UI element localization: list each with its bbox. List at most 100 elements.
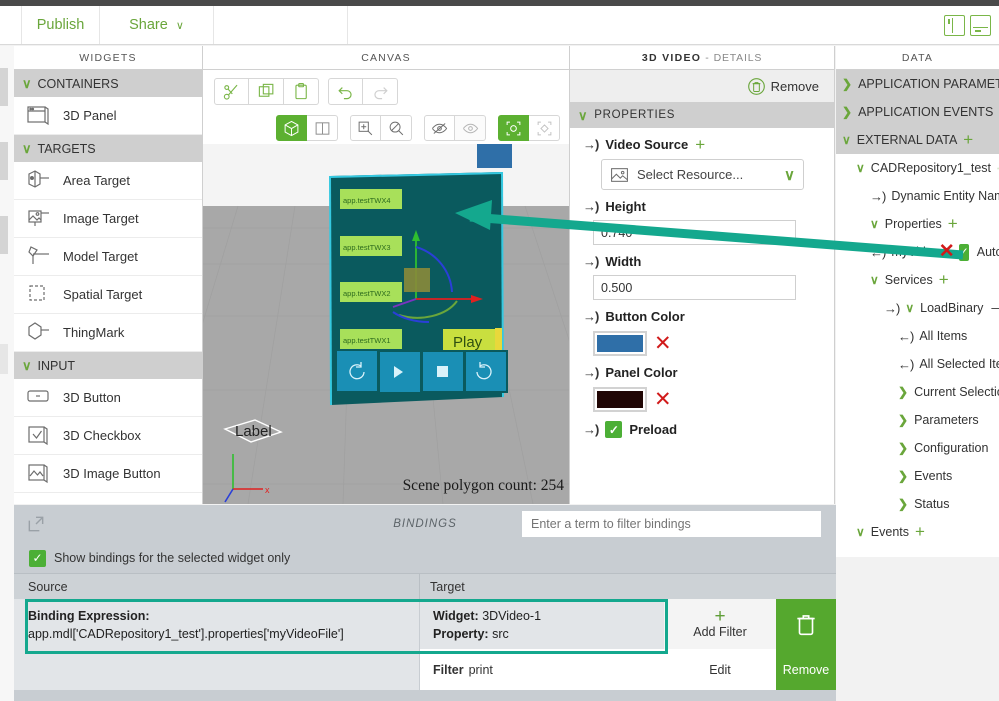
data-tree-item-all-items[interactable]: ←)All Items bbox=[836, 322, 999, 350]
clipboard-button-group bbox=[214, 78, 319, 105]
chevron-right-icon[interactable]: ❯ bbox=[842, 105, 852, 119]
filter-label: Filter bbox=[433, 663, 464, 677]
clear-button-color-icon[interactable]: ✕ bbox=[654, 336, 672, 351]
add-filter-button[interactable]: + Add Filter bbox=[664, 599, 776, 649]
widgets-section-input[interactable]: ∨INPUT bbox=[14, 352, 202, 379]
bindings-filter-field[interactable] bbox=[522, 511, 821, 537]
widget-item-thingmark[interactable]: ThingMark bbox=[14, 314, 202, 352]
binding-row[interactable]: Binding Expression: app.mdl['CADReposito… bbox=[14, 599, 836, 649]
show-selected-bindings-label: Show bindings for the selected widget on… bbox=[54, 551, 290, 565]
hide-widget-button[interactable] bbox=[424, 115, 455, 141]
data-tree-item-loadbinary[interactable]: →)∨LoadBinary— bbox=[836, 294, 999, 322]
chevron-down-icon[interactable]: ∨ bbox=[905, 301, 914, 315]
copy-button[interactable] bbox=[249, 78, 284, 105]
data-tree-item-services[interactable]: ∨Services+ bbox=[836, 266, 999, 294]
widget-item-3d-image-button[interactable]: 3D Image Button bbox=[14, 455, 202, 493]
properties-section-header[interactable]: ∨ PROPERTIES bbox=[570, 102, 834, 128]
chevron-right-icon[interactable]: ❯ bbox=[898, 385, 908, 399]
remove-widget-button[interactable]: Remove bbox=[570, 70, 834, 102]
layout-bottom-panel-icon[interactable] bbox=[970, 15, 991, 36]
chevron-down-icon[interactable]: ∨ bbox=[870, 273, 879, 287]
button-color-swatch[interactable] bbox=[593, 331, 647, 356]
height-input[interactable]: 0.740 bbox=[593, 220, 796, 245]
zoom-to-selection-button[interactable] bbox=[381, 115, 412, 141]
widgets-section-targets[interactable]: ∨TARGETS bbox=[14, 135, 202, 162]
data-tree-item-dynamic-entity-name[interactable]: →)Dynamic Entity Name bbox=[836, 182, 999, 210]
show-widget-button[interactable] bbox=[455, 115, 486, 141]
clear-panel-color-icon[interactable]: ✕ bbox=[654, 392, 672, 407]
property-button-color: →)Button Color✕ bbox=[570, 300, 834, 356]
rotate-gizmo-button[interactable] bbox=[529, 115, 560, 141]
widget-item-3d-checkbox[interactable]: 3D Checkbox bbox=[14, 417, 202, 455]
chevron-down-icon[interactable]: ∨ bbox=[870, 217, 879, 231]
publish-button[interactable]: Publish bbox=[22, 6, 100, 44]
data-tree-item-all-selected-items[interactable]: ←)All Selected Items bbox=[836, 350, 999, 378]
clear-binding-icon[interactable]: ✕ bbox=[939, 245, 955, 258]
canvas-3d-scene[interactable]: app.testTWX4 app.testTWX3 app.testTWX2 a… bbox=[203, 144, 570, 504]
binding-source-cell: Binding Expression: app.mdl['CADReposito… bbox=[14, 599, 419, 649]
2d-view-button[interactable] bbox=[307, 115, 338, 141]
redo-button[interactable] bbox=[363, 78, 398, 105]
chevron-right-icon[interactable]: ❯ bbox=[898, 497, 908, 511]
preload-checkbox[interactable]: ✓ bbox=[605, 421, 622, 438]
layout-left-panel-icon[interactable] bbox=[944, 15, 965, 36]
add-icon[interactable]: + bbox=[695, 138, 705, 152]
data-tree-item-application-events[interactable]: ❯APPLICATION EVENTS+ bbox=[836, 98, 999, 126]
chevron-right-icon[interactable]: ❯ bbox=[898, 413, 908, 427]
3d-view-button[interactable] bbox=[276, 115, 307, 141]
data-tree-item-properties[interactable]: ∨Properties+ bbox=[836, 210, 999, 238]
rail-tab-4[interactable] bbox=[0, 344, 8, 374]
chevron-right-icon[interactable]: ❯ bbox=[898, 441, 908, 455]
share-menu-button[interactable]: Share ∨ bbox=[100, 6, 214, 44]
data-panel-title: DATA bbox=[902, 52, 933, 64]
data-tree-item-events[interactable]: ❯Events bbox=[836, 462, 999, 490]
panel-color-swatch[interactable] bbox=[593, 387, 647, 412]
show-selected-bindings-checkbox[interactable]: ✓ bbox=[29, 550, 46, 567]
data-tree-item-current-selection[interactable]: ❯Current Selection bbox=[836, 378, 999, 406]
widget-item-image-target[interactable]: Image Target bbox=[14, 200, 202, 238]
add-icon[interactable]: + bbox=[948, 217, 958, 231]
data-tree-item-configuration[interactable]: ❯ Configuration bbox=[836, 434, 999, 462]
chevron-right-icon[interactable]: ❯ bbox=[898, 469, 908, 483]
data-tree-item-myvideo[interactable]: ←)myVideo✕✓Auto bbox=[836, 238, 999, 266]
widget-item-3d-panel[interactable]: 3D Panel bbox=[14, 97, 202, 135]
translate-gizmo-button[interactable] bbox=[498, 115, 529, 141]
data-tree-item-external-data[interactable]: ∨EXTERNAL DATA+ bbox=[836, 126, 999, 154]
widget-item-3d-button[interactable]: 3D Button bbox=[14, 379, 202, 417]
rail-tab-2[interactable] bbox=[0, 142, 8, 180]
data-tree-item-events[interactable]: ∨Events+ bbox=[836, 518, 999, 546]
binding-filter-row[interactable]: Filter print Edit Remove bbox=[14, 649, 836, 690]
remove-filter-button[interactable]: Remove bbox=[776, 649, 836, 690]
chevron-down-icon[interactable]: ∨ bbox=[856, 161, 865, 175]
delete-binding-button[interactable] bbox=[776, 599, 836, 649]
data-tree-item-parameters[interactable]: ❯Parameters bbox=[836, 406, 999, 434]
chevron-down-icon: ∨ bbox=[176, 19, 184, 32]
chevron-down-icon[interactable]: ∨ bbox=[842, 133, 851, 147]
rail-tab-3[interactable] bbox=[0, 216, 8, 254]
data-tree-item-application-parameters[interactable]: ❯APPLICATION PARAMETERS bbox=[836, 70, 999, 98]
zoom-to-fit-button[interactable] bbox=[350, 115, 381, 141]
chevron-down-icon[interactable]: ∨ bbox=[856, 525, 865, 539]
data-tree-item-cadrepository1-test[interactable]: ∨CADRepository1_test bbox=[836, 154, 999, 182]
chevron-right-icon[interactable]: ❯ bbox=[842, 77, 852, 91]
widget-item-area-target[interactable]: Area Target bbox=[14, 162, 202, 200]
rail-tab-1[interactable] bbox=[0, 68, 8, 106]
undo-button[interactable] bbox=[328, 78, 363, 105]
widgets-section-containers[interactable]: ∨CONTAINERS bbox=[14, 70, 202, 97]
width-input[interactable]: 0.500 bbox=[593, 275, 796, 300]
add-icon[interactable]: + bbox=[915, 525, 925, 539]
show-selected-bindings-row[interactable]: ✓ Show bindings for the selected widget … bbox=[14, 543, 836, 573]
edit-filter-button[interactable]: Edit bbox=[664, 649, 776, 690]
widget-item-model-target[interactable]: Model Target bbox=[14, 238, 202, 276]
video-source-select[interactable]: Select Resource...∨ bbox=[601, 159, 804, 190]
data-tree-label: Configuration bbox=[914, 441, 988, 455]
bindings-filter-input[interactable] bbox=[531, 517, 820, 531]
paste-button[interactable] bbox=[284, 78, 319, 105]
widget-item-spatial-target[interactable]: Spatial Target bbox=[14, 276, 202, 314]
cut-button[interactable] bbox=[214, 78, 249, 105]
auto-bind-checkbox[interactable]: ✓ bbox=[959, 244, 969, 261]
add-icon[interactable]: + bbox=[963, 133, 973, 147]
add-icon[interactable]: + bbox=[939, 273, 949, 287]
data-tree-label: All Selected Items bbox=[919, 357, 999, 371]
data-tree-item-status[interactable]: ❯Status bbox=[836, 490, 999, 518]
